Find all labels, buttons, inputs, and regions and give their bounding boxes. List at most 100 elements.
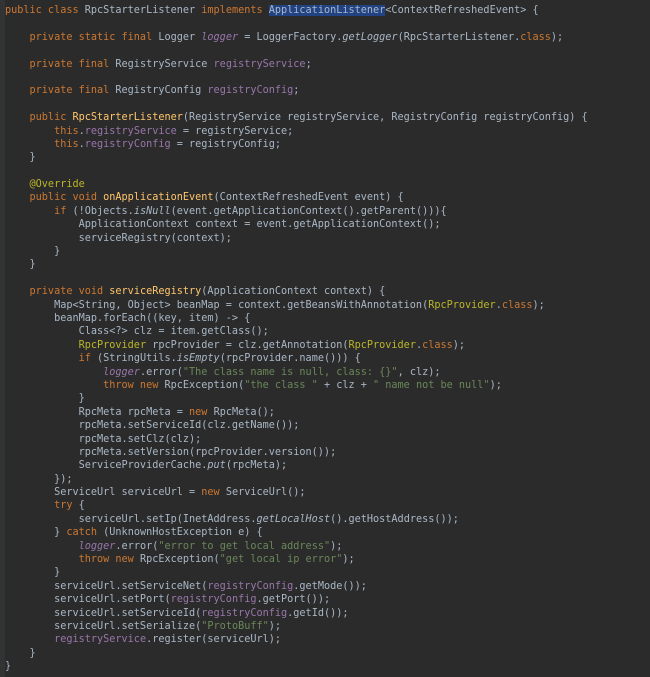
code-line[interactable]: }: [5, 566, 588, 579]
code-line[interactable]: }: [5, 647, 588, 660]
code-token: serviceUrl.setSerialize(: [5, 620, 202, 632]
code-token: RegistryService: [115, 58, 214, 70]
code-line[interactable]: serviceRegistry(context);: [5, 232, 588, 245]
code-token: RpcException(: [164, 379, 245, 391]
code-line[interactable]: private void serviceRegistry(Application…: [5, 285, 588, 298]
code-token: );: [268, 620, 282, 632]
code-line[interactable]: RpcMeta rpcMeta = new RpcMeta();: [5, 406, 588, 419]
code-line[interactable]: private final RegistryConfig registryCon…: [5, 84, 588, 97]
code-token: serviceUrl.setServiceNet(: [5, 580, 208, 592]
code-token: serviceRegistry(context);: [5, 232, 232, 244]
code-line[interactable]: private final RegistryService registrySe…: [5, 58, 588, 71]
code-line[interactable]: private static final Logger logger = Log…: [5, 31, 588, 44]
code-token: );: [452, 339, 466, 351]
code-token: (rpcMeta);: [225, 460, 288, 472]
code-line[interactable]: [5, 44, 588, 57]
code-line[interactable]: try {: [5, 499, 588, 512]
code-line[interactable]: registryService.register(serviceUrl);: [5, 633, 588, 646]
code-token: = LoggerFactory.: [238, 31, 343, 43]
code-token: logger: [201, 31, 239, 43]
code-token: logger: [78, 540, 116, 552]
code-line[interactable]: [5, 17, 588, 30]
code-line[interactable]: rpcMeta.setClz(clz);: [5, 433, 588, 446]
code-line[interactable]: });: [5, 473, 588, 486]
code-token: "The class name is null, class: {}": [182, 366, 398, 378]
code-token: );: [330, 540, 343, 552]
code-line[interactable]: public RpcStarterListener(RegistryServic…: [5, 111, 588, 124]
code-line[interactable]: this.registryConfig = registryConfig;: [5, 138, 588, 151]
code-line[interactable]: }: [5, 258, 588, 271]
code-token: (ContextRefreshedEvent event) {: [213, 192, 404, 204]
code-line[interactable]: [5, 272, 588, 285]
code-token: " name not be null": [373, 379, 490, 391]
code-line[interactable]: throw new RpcException("the class " + cl…: [5, 379, 588, 392]
code-line[interactable]: [5, 165, 588, 178]
code-line[interactable]: ServiceProviderCache.put(rpcMeta);: [5, 459, 588, 472]
code-token: (StringUtils.: [97, 353, 177, 365]
code-token: ApplicationContext context = event.getAp…: [5, 219, 441, 231]
code-token: ServiceUrl serviceUrl =: [5, 487, 202, 499]
code-token: (RegistryService registryService, Regist…: [182, 112, 588, 124]
code-token: ;: [305, 58, 312, 70]
code-line[interactable]: }: [5, 245, 588, 258]
code-token: "ProtoBuff": [201, 620, 269, 632]
code-token: rpcMeta.setClz(clz);: [5, 433, 202, 445]
code-token: class: [501, 299, 533, 311]
code-line[interactable]: ServiceUrl serviceUrl = new ServiceUrl()…: [5, 486, 588, 499]
code-token: try: [5, 500, 79, 512]
code-line[interactable]: public class RpcStarterListener implemen…: [5, 4, 588, 17]
code-token: new: [201, 487, 226, 499]
code-token: put: [207, 460, 226, 472]
code-line[interactable]: RpcProvider rpcProvider = clz.getAnnotat…: [5, 339, 588, 352]
code-line[interactable]: if (!Objects.isNull(event.getApplication…: [5, 205, 588, 218]
code-editor[interactable]: public class RpcStarterListener implemen…: [0, 0, 650, 677]
code-line[interactable]: }: [5, 392, 588, 405]
code-token: rpcMeta.setVersion(rpcProvider.version()…: [5, 446, 337, 458]
code-token: registryService: [84, 125, 177, 137]
code-token: }: [5, 152, 36, 164]
code-line[interactable]: serviceUrl.setPort(registryConfig.getPor…: [5, 593, 588, 606]
code-token: (rpcProvider.name())) {: [219, 353, 361, 365]
code-line[interactable]: serviceUrl.setServiceId(registryConfig.g…: [5, 607, 588, 620]
code-token: registryService: [54, 634, 147, 646]
code-line[interactable]: Class<?> clz = item.getClass();: [5, 325, 588, 338]
code-line[interactable]: [5, 98, 588, 111]
code-line[interactable]: } catch (UnknownHostException e) {: [5, 526, 588, 539]
code-line[interactable]: }: [5, 660, 588, 673]
code-line[interactable]: [5, 71, 588, 84]
code-line[interactable]: rpcMeta.setServiceId(clz.getName());: [5, 419, 588, 432]
code-token: registryConfig: [207, 580, 294, 592]
code-token: rpcMeta.setServiceId(clz.getName());: [5, 420, 300, 432]
code-line[interactable]: }: [5, 151, 588, 164]
code-line[interactable]: logger.error("The class name is null, cl…: [5, 366, 588, 379]
code-token: ServiceProviderCache.: [5, 460, 208, 472]
code-line[interactable]: serviceUrl.setServiceNet(registryConfig.…: [5, 580, 588, 593]
code-line[interactable]: serviceUrl.setIp(InetAddress.getLocalHos…: [5, 513, 588, 526]
code-token: beanMap.forEach((key, item) -> {: [5, 312, 251, 324]
code-line[interactable]: ApplicationContext context = event.getAp…: [5, 218, 588, 231]
code-token: );: [532, 299, 545, 311]
code-token: (UnknownHostException e) {: [103, 527, 263, 539]
code-token: private static final: [5, 31, 159, 43]
code-token: if: [5, 353, 98, 365]
code-token: this: [5, 125, 79, 137]
code-line[interactable]: throw new RpcException("get local ip err…: [5, 553, 588, 566]
code-line[interactable]: serviceUrl.setSerialize("ProtoBuff");: [5, 620, 588, 633]
code-token: implements: [201, 5, 269, 16]
code-token: }: [5, 567, 61, 579]
code-line[interactable]: Map<String, Object> beanMap = context.ge…: [5, 299, 588, 312]
code-token: getLogger: [342, 31, 398, 43]
code-line[interactable]: beanMap.forEach((key, item) -> {: [5, 312, 588, 325]
code-token: RpcProvider: [348, 339, 416, 351]
code-line[interactable]: public void onApplicationEvent(ContextRe…: [5, 191, 588, 204]
code-line[interactable]: @Override: [5, 178, 588, 191]
code-token: registryService: [213, 58, 306, 70]
code-line[interactable]: this.registryService = registryService;: [5, 125, 588, 138]
code-line[interactable]: logger.error("error to get local address…: [5, 540, 588, 553]
code-area[interactable]: public class RpcStarterListener implemen…: [5, 4, 588, 674]
code-line[interactable]: rpcMeta.setVersion(rpcProvider.version()…: [5, 446, 588, 459]
code-token: );: [489, 379, 502, 391]
code-line[interactable]: if (StringUtils.isEmpty(rpcProvider.name…: [5, 352, 588, 365]
code-token: public: [5, 112, 73, 124]
